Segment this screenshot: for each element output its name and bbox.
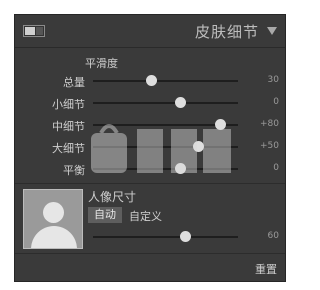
toggle-knob: [25, 27, 35, 35]
auto-mode-button[interactable]: 自动: [88, 207, 122, 223]
panel-title: 皮肤细节: [194, 23, 259, 41]
slider-value: 0: [273, 163, 279, 173]
footer-divider: [15, 253, 285, 254]
panel-enable-toggle[interactable]: [23, 25, 45, 37]
reset-button[interactable]: 重置: [255, 261, 277, 277]
slider-label: 平衡: [63, 164, 85, 177]
slider-label: 中细节: [52, 120, 85, 133]
slider-value: +80: [260, 119, 279, 129]
slider-value: +50: [260, 141, 279, 151]
collapse-triangle-icon[interactable]: [267, 27, 277, 35]
slider-label: 总量: [63, 76, 85, 89]
smoothness-section-label: 平滑度: [85, 57, 118, 70]
slider-track[interactable]: [93, 231, 238, 242]
custom-mode-button[interactable]: 自定义: [129, 208, 162, 224]
slider-row-small-detail: 小细节 0: [15, 93, 285, 113]
slider-thumb[interactable]: [174, 97, 186, 108]
slider-thumb[interactable]: [145, 75, 157, 86]
section-divider: [15, 183, 285, 184]
slider-label: 大细节: [52, 142, 85, 155]
slider-value: 60: [267, 231, 279, 241]
panel-header: 皮肤细节: [15, 15, 285, 48]
slider-value: 30: [267, 75, 279, 85]
skin-detail-panel: 皮肤细节 平滑度 总量 30 小细节 0 中细节 +80 大细节 +50 平衡: [14, 14, 286, 282]
toggle-off-indicator: [36, 27, 43, 35]
slider-row-portrait-size: 60: [15, 227, 285, 247]
slider-row-total: 总量 30: [15, 71, 285, 91]
slider-thumb[interactable]: [180, 231, 192, 242]
slider-label: 小细节: [52, 98, 85, 111]
slider-track[interactable]: [93, 75, 238, 86]
slider-value: 0: [273, 97, 279, 107]
portrait-size-title: 人像尺寸: [88, 190, 137, 204]
watermark-logo: [91, 124, 231, 173]
slider-track[interactable]: [93, 97, 238, 108]
avatar-head: [43, 202, 64, 223]
